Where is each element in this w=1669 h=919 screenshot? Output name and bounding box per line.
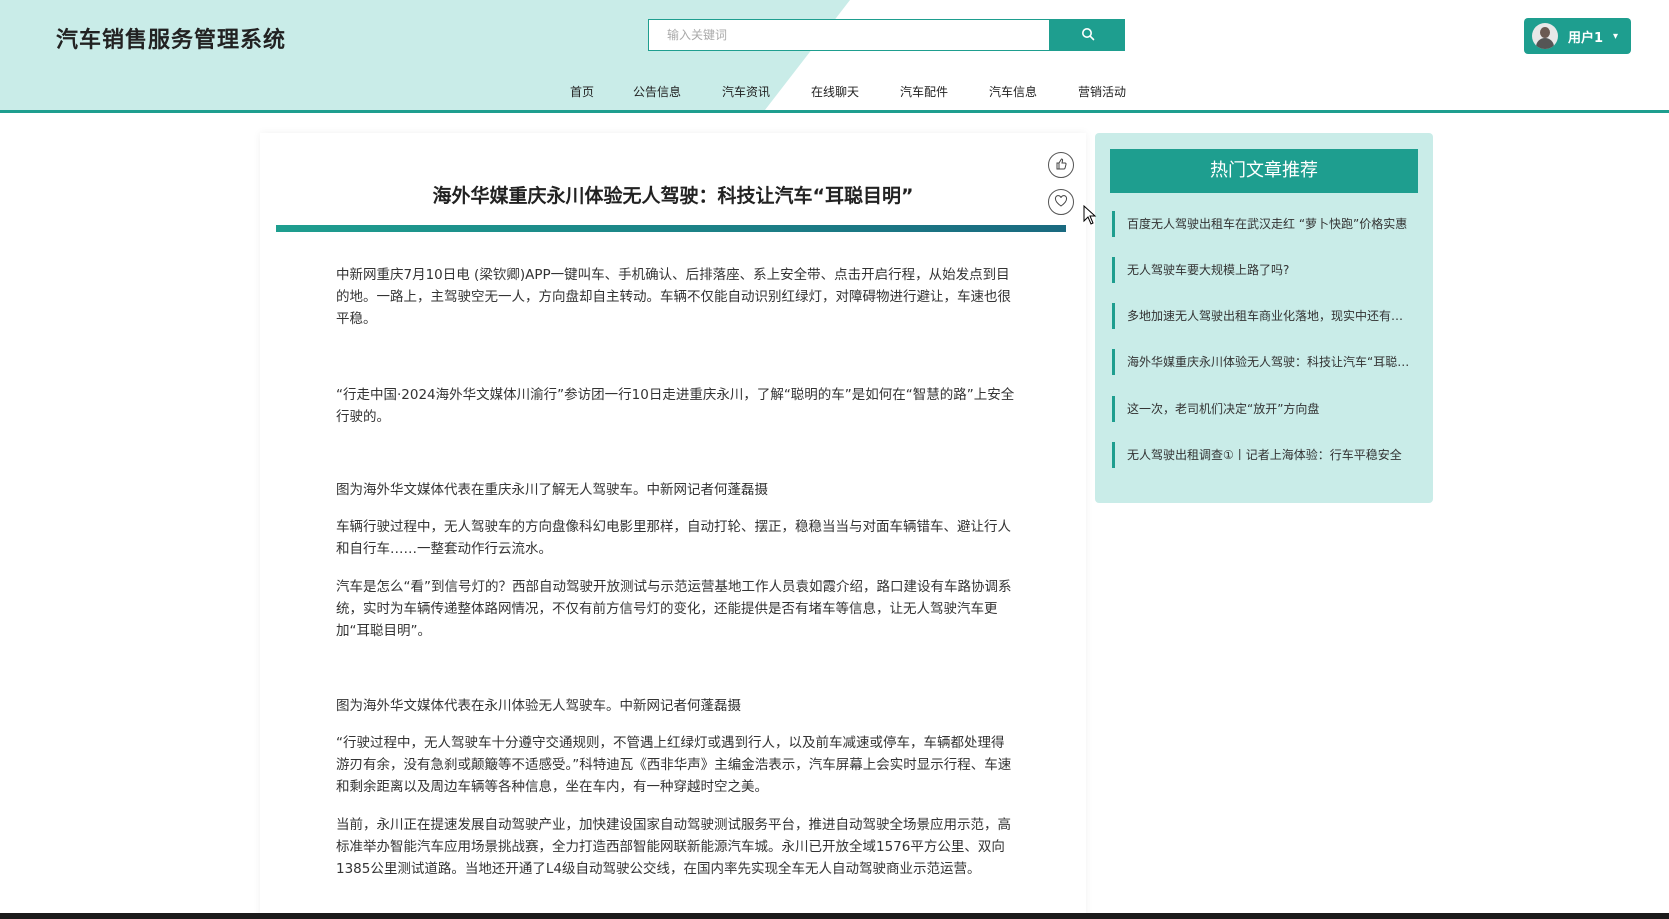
search-icon (1081, 26, 1095, 45)
article-paragraph: “行走中国·2024海外华文媒体川渝行”参访团一行10日走进重庆永川，了解“聪明… (336, 387, 1015, 425)
nav-item-notices[interactable]: 公告信息 (633, 83, 681, 100)
search-button[interactable] (1050, 19, 1125, 51)
hot-article-link[interactable]: 无人驾驶车要大规模上路了吗? (1112, 257, 1412, 283)
favorite-button[interactable] (1048, 189, 1074, 215)
avatar (1532, 23, 1558, 49)
heart-icon (1054, 193, 1068, 212)
nav-item-marketing[interactable]: 营销活动 (1078, 83, 1126, 100)
user-menu-button[interactable]: 用户1 ▾ (1524, 18, 1631, 54)
chevron-down-icon: ▾ (1613, 30, 1619, 42)
search-box[interactable] (648, 19, 1050, 51)
like-button[interactable] (1048, 152, 1074, 178)
user-name: 用户1 (1568, 30, 1604, 46)
main-nav: 首页 公告信息 汽车资讯 在线聊天 汽车配件 汽车信息 营销活动 (0, 83, 1669, 103)
title-underline (276, 225, 1066, 232)
search-input[interactable] (649, 20, 1049, 50)
header: 汽车销售服务管理系统 用户1 ▾ 首页 公告信息 汽车资讯 在线聊天 汽车配件 … (0, 0, 1669, 110)
nav-item-online-chat[interactable]: 在线聊天 (811, 83, 859, 100)
hot-articles-panel: 热门文章推荐 百度无人驾驶出租车在武汉走红 “萝卜快跑”价格实惠 无人驾驶车要大… (1095, 133, 1433, 503)
taskbar-strip (0, 913, 1669, 919)
nav-item-car-news[interactable]: 汽车资讯 (722, 83, 770, 100)
article-paragraph: 当前，永川正在提速发展自动驾驶产业，加快建设国家自动驾驶测试服务平台，推进自动驾… (336, 817, 1011, 877)
article-paragraph: 汽车是怎么“看”到信号灯的？西部自动驾驶开放测试与示范运营基地工作人员袁如霞介绍… (336, 579, 1012, 639)
hot-article-link[interactable]: 百度无人驾驶出租车在武汉走红 “萝卜快跑”价格实惠 (1112, 211, 1412, 237)
article-card: 海外华媒重庆永川体验无人驾驶：科技让汽车“耳聪目明” 中新网重庆7月10日电 (… (260, 133, 1086, 919)
article-title: 海外华媒重庆永川体验无人驾驶：科技让汽车“耳聪目明” (432, 185, 914, 207)
article-paragraph: 中新网重庆7月10日电 (梁钦卿)APP一键叫车、手机确认、后排落座、系上安全带… (336, 267, 1011, 327)
header-divider (0, 110, 1669, 113)
hot-article-link[interactable]: 这一次，老司机们决定“放开”方向盘 (1112, 396, 1412, 422)
app-title: 汽车销售服务管理系统 (56, 28, 287, 53)
article-paragraph: “行驶过程中，无人驾驶车十分遵守交通规则，不管遇上红绿灯或遇到行人，以及前车减速… (336, 735, 1012, 795)
hot-article-link[interactable]: 多地加速无人驾驶出租车商业化落地，现实中还有哪些挑战 (1112, 303, 1412, 329)
thumbs-up-icon (1054, 156, 1068, 175)
image-caption: 图为海外华文媒体代表在重庆永川了解无人驾驶车。中新网记者何蓬磊摄 (336, 482, 768, 498)
hot-articles-heading: 热门文章推荐 (1110, 149, 1418, 193)
hot-article-link[interactable]: 海外华媒重庆永川体验无人驾驶：科技让汽车“耳聪目明” (1112, 349, 1412, 375)
nav-item-home[interactable]: 首页 (570, 83, 594, 100)
image-caption: 图为海外华文媒体代表在永川体验无人驾驶车。中新网记者何蓬磊摄 (336, 698, 741, 714)
article-paragraph: 车辆行驶过程中，无人驾驶车的方向盘像科幻电影里那样，自动打轮、摆正，稳稳当当与对… (336, 519, 1011, 557)
mouse-cursor-icon (1083, 204, 1097, 229)
nav-item-car-info[interactable]: 汽车信息 (989, 83, 1037, 100)
nav-item-car-parts[interactable]: 汽车配件 (900, 83, 948, 100)
hot-article-link[interactable]: 无人驾驶出租调查①丨记者上海体验：行车平稳安全 (1112, 442, 1412, 468)
